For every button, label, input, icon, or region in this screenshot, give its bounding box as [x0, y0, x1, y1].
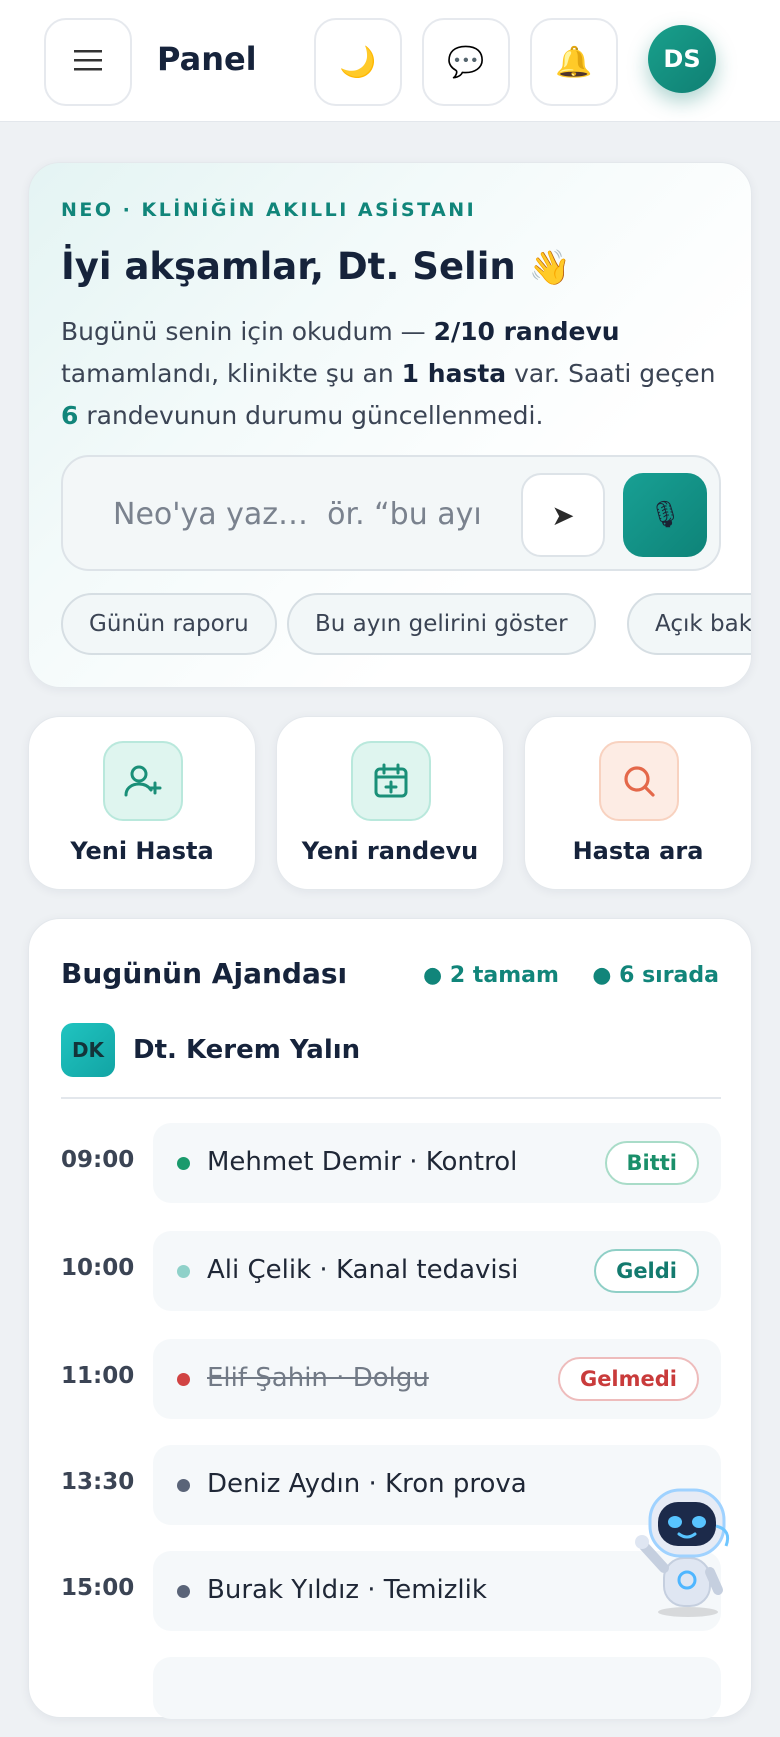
user-plus-icon	[103, 741, 183, 821]
summary-text: var. Saati geçen	[506, 359, 716, 388]
assistant-input[interactable]	[113, 487, 483, 541]
greeting-text: İyi akşamlar, Dt. Selin	[61, 245, 516, 288]
status-dot	[177, 1373, 190, 1386]
agenda-slot[interactable]: 15:00 Burak Yıldız · Temizlik	[61, 1551, 721, 1631]
summary-text: tamamlandı, klinikte şu an	[61, 359, 402, 388]
notifications-button[interactable]: 🔔	[530, 18, 618, 106]
new-patient-button[interactable]: Yeni Hasta	[28, 716, 256, 890]
daily-summary: Bugünü senin için okudum — 2/10 randevu …	[61, 311, 721, 437]
status-dot	[177, 1157, 190, 1170]
menu-button[interactable]	[44, 18, 132, 106]
summary-text: Bugünü senin için okudum —	[61, 317, 434, 346]
moon-icon: 🌙	[339, 44, 377, 80]
new-patient-label: Yeni Hasta	[70, 837, 214, 865]
search-icon	[599, 741, 679, 821]
messages-button[interactable]: 💬	[422, 18, 510, 106]
status-badge[interactable]: Geldi	[594, 1249, 699, 1293]
stat-queue: ● 6 sırada	[592, 963, 719, 988]
hamburger-icon	[74, 45, 102, 80]
slot-time: 11:00	[61, 1363, 135, 1389]
agenda-slot[interactable]: 10:00 Ali Çelik · Kanal tedavisi Geldi	[61, 1231, 721, 1311]
agenda-title: Bugünün Ajandası	[61, 957, 348, 990]
assistant-robot-button[interactable]	[630, 1480, 740, 1620]
status-badge[interactable]: Bitti	[604, 1141, 699, 1185]
summary-overdue-count: 6	[61, 401, 79, 430]
doctor-avatar: DK	[61, 1023, 115, 1077]
send-icon: ➤	[551, 498, 575, 532]
chip-open-balance[interactable]: Açık bakiyel	[627, 593, 751, 655]
microphone-icon: 🎙	[648, 500, 682, 530]
slot-time: 09:00	[61, 1147, 135, 1173]
slot-time: 10:00	[61, 1255, 135, 1281]
appointment-card[interactable]: Ali Çelik · Kanal tedavisi Geldi	[153, 1231, 721, 1311]
assistant-input-box: ➤ 🎙	[61, 455, 721, 571]
wave-icon: 👋	[528, 248, 571, 288]
suggestion-chips: Günün raporu Bu ayın gelirini göster Açı…	[61, 593, 751, 657]
greeting: İyi akşamlar, Dt. Selin 👋	[61, 245, 571, 288]
stat-done: ● 2 tamam	[423, 963, 559, 988]
agenda-slot[interactable]	[61, 1657, 721, 1737]
appointment-text: Mehmet Demir · Kontrol	[207, 1147, 518, 1177]
robot-icon	[635, 1488, 730, 1617]
search-patient-button[interactable]: Hasta ara	[524, 716, 752, 890]
agenda-stats: ● 2 tamam ● 6 sırada	[423, 963, 719, 988]
slot-time: 15:00	[61, 1575, 135, 1601]
top-bar: Panel 🌙 💬 🔔 DS	[0, 0, 780, 122]
new-appointment-label: Yeni randevu	[301, 837, 479, 865]
appointment-card[interactable]: Elif Şahin · Dolgu Gelmedi	[153, 1339, 721, 1419]
assistant-card: NEO · KLİNİĞİN AKILLI ASİSTANI İyi akşam…	[28, 162, 752, 688]
search-patient-label: Hasta ara	[572, 837, 704, 865]
chip-daily-report[interactable]: Günün raporu	[61, 593, 277, 655]
summary-appointments: 2/10 randevu	[433, 317, 620, 346]
appointment-text: Ali Çelik · Kanal tedavisi	[207, 1255, 519, 1285]
appointment-text: Deniz Aydın · Kron prova	[207, 1469, 527, 1499]
agenda-slot[interactable]: 13:30 Deniz Aydın · Kron prova	[61, 1445, 721, 1525]
agenda-slot[interactable]: 09:00 Mehmet Demir · Kontrol Bitti	[61, 1123, 721, 1203]
status-badge[interactable]: Gelmedi	[557, 1357, 699, 1401]
chat-bubble-icon: 💬	[447, 44, 485, 80]
assistant-eyebrow: NEO · KLİNİĞİN AKILLI ASİSTANI	[61, 199, 477, 221]
chip-monthly-income[interactable]: Bu ayın gelirini göster	[287, 593, 596, 655]
appointment-text: Burak Yıldız · Temizlik	[207, 1575, 487, 1605]
new-appointment-button[interactable]: Yeni randevu	[276, 716, 504, 890]
summary-text: randevunun durumu güncellenmedi.	[78, 401, 544, 430]
doctor-name: Dt. Kerem Yalın	[133, 1035, 361, 1065]
divider	[61, 1097, 721, 1099]
appointment-text: Elif Şahin · Dolgu	[207, 1363, 429, 1393]
avatar[interactable]: DS	[648, 25, 716, 93]
send-button[interactable]: ➤	[521, 473, 605, 557]
bell-icon: 🔔	[555, 44, 593, 80]
summary-patients: 1 hasta	[401, 359, 507, 388]
agenda-slot[interactable]: 11:00 Elif Şahin · Dolgu Gelmedi	[61, 1339, 721, 1419]
appointment-card[interactable]: Mehmet Demir · Kontrol Bitti	[153, 1123, 721, 1203]
voice-button[interactable]: 🎙	[623, 473, 707, 557]
page-title: Panel	[157, 40, 257, 78]
status-dot	[177, 1479, 190, 1492]
appointment-card[interactable]	[153, 1657, 721, 1719]
theme-toggle-button[interactable]: 🌙	[314, 18, 402, 106]
slot-time: 13:30	[61, 1469, 135, 1495]
status-dot	[177, 1585, 190, 1598]
calendar-plus-icon	[351, 741, 431, 821]
status-dot	[177, 1265, 190, 1278]
